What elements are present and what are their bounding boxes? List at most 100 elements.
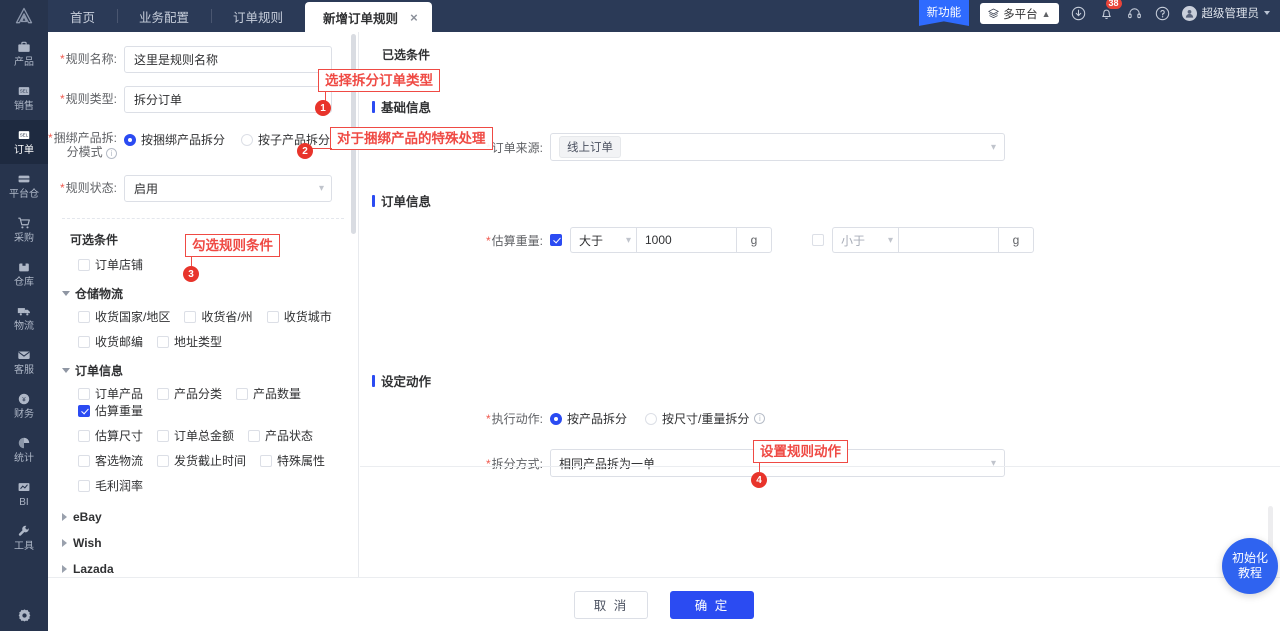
checkbox-box [157,454,170,467]
sidebar-item-sales[interactable]: SEL 销售 [0,76,48,120]
top-header: 首页 业务配置 订单规则 新增订单规则 × 新功能 多平台 ▲ 38 超级管理员 [0,0,1280,32]
rule-name-input[interactable]: 这里是规则名称 [124,46,332,73]
label-text: 规则类型: [65,92,117,106]
sidebar-item-bi[interactable]: BI [0,472,48,516]
radio-split-by-bundle[interactable]: 按捆绑产品拆分 [124,131,225,148]
sidebar-item-customer-service[interactable]: 客服 [0,340,48,384]
checkbox-product-status[interactable]: 产品状态 [248,427,313,444]
checkbox-label: 产品状态 [265,429,314,443]
radio-split-by-child-product[interactable]: 按子产品拆分 [241,131,330,148]
sidebar-item-label: 平台仓 [9,188,39,200]
app-logo[interactable] [0,0,48,32]
weight-value-input-2[interactable] [898,227,998,253]
checkbox-label: 订单店铺 [95,258,144,272]
platform-warehouse-icon [17,172,31,188]
group-header-order-info[interactable]: 订单信息 [62,362,358,379]
checkbox-customer-selected-logistics[interactable]: 客选物流 [78,452,143,469]
checkbox-row: 客选物流 发货截止时间 特殊属性 [48,452,358,469]
order-source-select[interactable]: 线上订单 ▾ [550,133,1005,161]
radio-split-by-size-weight[interactable]: 按尺寸/重量拆分 i [645,410,766,427]
checkbox-estimated-size[interactable]: 估算尺寸 [78,427,143,444]
checkbox-order-shop[interactable]: 订单店铺 [78,256,143,273]
close-icon[interactable]: × [410,11,418,24]
sidebar-item-statistics[interactable]: 统计 [0,428,48,472]
checkbox-weight-less-than[interactable] [812,234,824,246]
checkbox-product-quantity[interactable]: 产品数量 [236,385,301,402]
annotation-4-leader [759,462,760,472]
info-icon[interactable]: i [754,413,766,424]
tab-order-rules[interactable]: 订单规则 [211,0,305,32]
briefcase-icon [17,40,31,56]
download-icon[interactable] [1070,5,1087,22]
headset-icon[interactable] [1126,5,1143,22]
checkbox-gross-margin-rate[interactable]: 毛利润率 [78,477,143,494]
sidebar-item-tools[interactable]: 工具 [0,516,48,560]
required-mark: * [485,456,491,471]
user-menu[interactable]: 超级管理员 [1181,5,1270,21]
section-accent-bar [372,374,375,387]
checkbox-box [78,258,90,271]
sidebar-item-platform-warehouse[interactable]: 平台仓 [0,164,48,208]
bundle-mode-label: *捆绑产品拆: 分模式 i [48,130,124,159]
checkbox-estimated-weight[interactable]: 估算重量 [78,402,143,419]
platform-switcher[interactable]: 多平台 ▲ [980,3,1059,24]
checkbox-order-total-amount[interactable]: 订单总金额 [157,427,234,444]
new-feature-ribbon[interactable]: 新功能 [918,0,970,26]
tab-new-order-rule[interactable]: 新增订单规则 × [305,2,432,32]
sidebar-item-orders[interactable]: SEL 订单 [0,120,48,164]
group-header-wish[interactable]: Wish [62,530,358,556]
group-header-ebay[interactable]: eBay [62,504,358,530]
cancel-button[interactable]: 取 消 [574,590,648,619]
chevron-down-icon [1264,11,1270,15]
rule-status-select[interactable]: 启用 ▾ [124,175,332,202]
checkbox-box [157,335,170,348]
settings-button[interactable] [0,608,48,623]
checkbox-receiving-country[interactable]: 收货国家/地区 [78,308,170,325]
radio-dot [645,412,658,425]
section-title: 订单信息 [381,195,432,209]
group-header-warehouse-logistics[interactable]: 仓储物流 [62,285,358,302]
help-circle-icon[interactable] [1154,5,1171,22]
sidebar-item-purchase[interactable]: 采购 [0,208,48,252]
required-mark: * [59,92,65,106]
init-tutorial-button[interactable]: 初始化 教程 [1222,538,1278,594]
sidebar-item-label: 统计 [14,452,34,464]
confirm-button[interactable]: 确 定 [670,590,754,619]
radio-split-by-product[interactable]: 按产品拆分 [550,410,627,427]
selected-conditions-title: 已选条件 [382,48,431,62]
radio-dot [241,133,254,146]
field-rule-name: *规则名称: 这里是规则名称 [48,46,358,73]
checkbox-receiving-zipcode[interactable]: 收货邮编 [78,333,143,350]
rule-type-select[interactable]: 拆分订单 [124,86,332,113]
sidebar-item-finance[interactable]: ¥ 财务 [0,384,48,428]
weight-operator-select-2[interactable]: 小于 ▾ [832,227,898,253]
app-logo-icon [15,7,33,24]
app-root: 首页 业务配置 订单规则 新增订单规则 × 新功能 多平台 ▲ 38 超级管理员… [0,0,1280,631]
checkbox-product-category[interactable]: 产品分类 [157,385,222,402]
triangle-right-icon [62,539,67,547]
sidebar-item-warehouse[interactable]: 仓库 [0,252,48,296]
group-title: eBay [73,510,102,524]
tab-home[interactable]: 首页 [48,0,117,32]
checkbox-receiving-city[interactable]: 收货城市 [266,308,332,325]
checkbox-weight-greater-than[interactable] [550,234,562,246]
info-icon[interactable]: i [106,148,117,159]
checkbox-address-type[interactable]: 地址类型 [157,333,222,350]
sidebar-item-logistics[interactable]: 物流 [0,296,48,340]
sidebar-item-products[interactable]: 产品 [0,32,48,76]
sidebar-item-label: 工具 [14,540,34,552]
checkbox-order-product[interactable]: 订单产品 [78,385,143,402]
checkbox-shipping-deadline[interactable]: 发货截止时间 [157,452,246,469]
checkbox-row: 估算尺寸 订单总金额 产品状态 [48,427,358,444]
checkbox-special-attribute[interactable]: 特殊属性 [260,452,325,469]
section-accent-bar [372,100,375,113]
weight-operator-select-1[interactable]: 大于 ▾ [570,227,636,253]
checkbox-label: 特殊属性 [277,454,326,468]
tab-business-config[interactable]: 业务配置 [117,0,211,32]
weight-value-input-1[interactable]: 1000 [636,227,736,253]
checkbox-receiving-province[interactable]: 收货省/州 [184,308,253,325]
annotation-1-text: 选择拆分订单类型 [318,69,440,92]
bell-icon[interactable]: 38 [1098,0,1122,22]
triangle-right-icon [62,513,67,521]
group-header-lazada[interactable]: Lazada [62,556,358,577]
